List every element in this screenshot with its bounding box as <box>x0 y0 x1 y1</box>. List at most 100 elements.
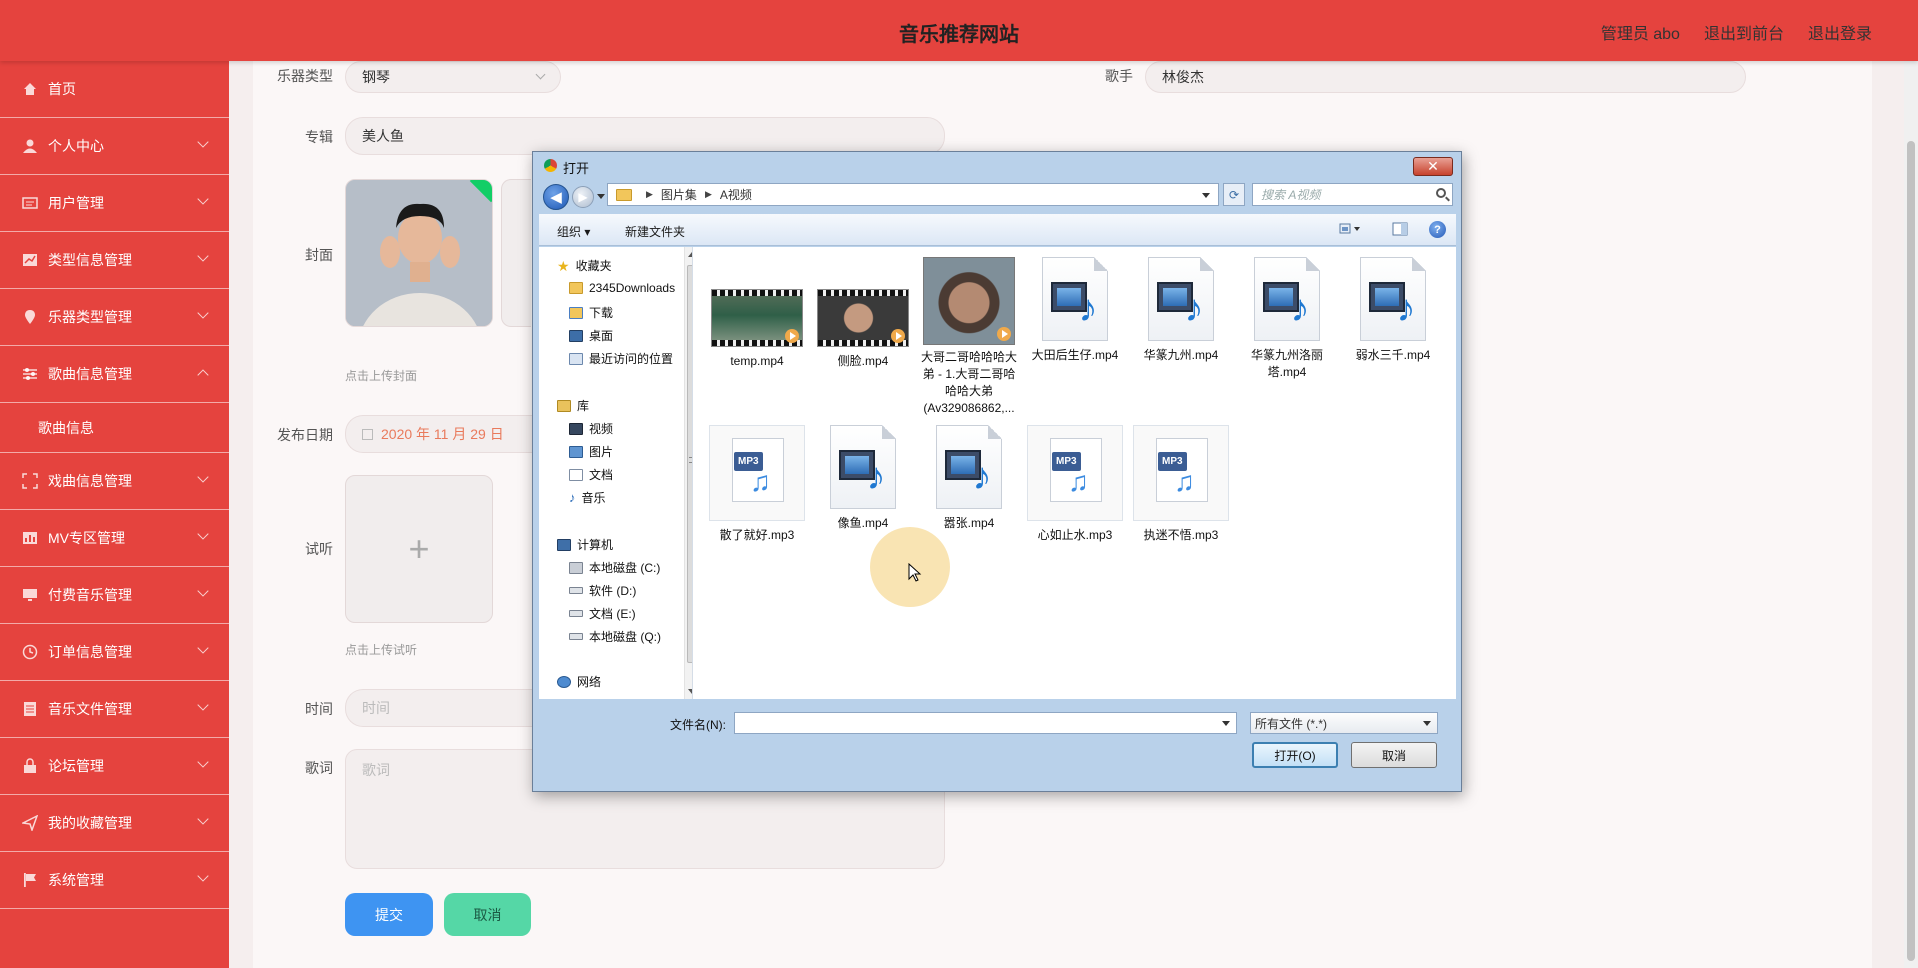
forward-arrow-icon[interactable]: ▶ <box>572 186 594 208</box>
filetype-select[interactable]: 所有文件 (*.*) <box>1250 712 1438 734</box>
nav-network[interactable]: 网络 <box>557 673 601 690</box>
file-name: temp.mp4 <box>730 354 784 368</box>
sidebar-item-personal[interactable]: 个人中心 <box>0 118 229 175</box>
cover-upload-box[interactable] <box>501 179 531 327</box>
nav-documents[interactable]: 文档 <box>569 466 613 483</box>
nav-2345downloads[interactable]: 2345Downloads <box>569 281 675 295</box>
file-item[interactable]: ♪ 弱水三千.mp4 <box>1345 257 1441 364</box>
nav-desktop[interactable]: 桌面 <box>569 327 613 344</box>
chart-icon <box>22 252 38 268</box>
chevron-down-icon <box>197 193 209 205</box>
album-field[interactable]: 美人鱼 <box>345 117 945 155</box>
file-name: 华篆九州洛丽塔.mp4 <box>1250 348 1323 379</box>
file-item[interactable]: ♪ 嚣张.mp4 <box>921 425 1017 532</box>
file-item[interactable]: ♪ 华篆九州.mp4 <box>1133 257 1229 364</box>
breadcrumb-a-videos[interactable]: A视频 <box>720 186 752 203</box>
sidebar-item-forum[interactable]: 论坛管理 <box>0 738 229 795</box>
plus-icon: + <box>408 528 430 569</box>
close-icon[interactable]: ✕ <box>1413 157 1453 176</box>
sidebar-item-instrument[interactable]: 乐器类型管理 <box>0 289 229 346</box>
clock-icon <box>22 644 38 660</box>
address-dropdown-icon[interactable] <box>1202 193 1210 198</box>
chrome-icon <box>544 159 557 172</box>
file-item[interactable]: temp.mp4 <box>709 257 805 370</box>
submit-button[interactable]: 提交 <box>345 893 433 936</box>
open-button[interactable]: 打开(O) <box>1252 742 1338 768</box>
chevron-down-icon <box>197 756 209 768</box>
nav-drive-d[interactable]: 软件 (D:) <box>569 582 636 599</box>
sidebar-item-mv[interactable]: MV专区管理 <box>0 510 229 567</box>
downloads-folder-icon <box>569 306 583 319</box>
sidebar-item-music-files[interactable]: 音乐文件管理 <box>0 681 229 738</box>
file-item[interactable]: 大哥二哥哈哈哈大弟 - 1.大哥二哥哈哈哈大弟(Av329086862,... <box>921 257 1017 417</box>
sidebar-item-orders[interactable]: 订单信息管理 <box>0 624 229 681</box>
nav-label: 2345Downloads <box>589 281 676 295</box>
singer-field[interactable]: 林俊杰 <box>1145 61 1746 93</box>
network-icon <box>557 675 571 688</box>
help-icon[interactable]: ? <box>1429 221 1446 238</box>
sidebar-item-label: 乐器类型管理 <box>48 309 132 325</box>
nav-drive-e[interactable]: 文档 (E:) <box>569 605 636 622</box>
logout-link[interactable]: 退出登录 <box>1808 20 1872 44</box>
header-links: 管理员 abo 退出到前台 退出登录 <box>1601 20 1872 44</box>
new-folder-button[interactable]: 新建文件夹 <box>625 223 685 240</box>
date-picker[interactable]: 2020 年 11 月 29 日 <box>345 415 535 453</box>
cancel-button[interactable]: 取消 <box>444 893 531 936</box>
back-arrow-icon[interactable]: ◀ <box>543 184 569 210</box>
cover-hint: 点击上传封面 <box>345 369 418 383</box>
scrollbar-thumb[interactable] <box>1907 141 1915 961</box>
file-item[interactable]: 侧脸.mp4 <box>815 257 911 370</box>
nav-videos[interactable]: 视频 <box>569 420 613 437</box>
sidebar-item-paid-music[interactable]: 付费音乐管理 <box>0 567 229 624</box>
file-item[interactable]: MP3 ♫ 散了就好.mp3 <box>709 425 805 544</box>
page-scrollbar[interactable] <box>1904 61 1918 968</box>
sidebar-item-home[interactable]: 首页 <box>0 61 229 118</box>
file-name: 华篆九州.mp4 <box>1143 348 1219 362</box>
singer-photo <box>346 180 492 326</box>
nav-downloads[interactable]: 下载 <box>569 304 613 321</box>
nav-label: 文档 (E:) <box>589 607 636 621</box>
nav-libraries[interactable]: 库 <box>557 397 589 414</box>
video-thumbnail <box>711 289 803 347</box>
nav-drive-c[interactable]: 本地磁盘 (C:) <box>569 559 660 576</box>
nav-favorites[interactable]: ★ 收藏夹 <box>557 257 612 274</box>
sidebar-item-song-info[interactable]: 歌曲信息管理 <box>0 346 229 403</box>
sidebar-subitem-song-info[interactable]: 歌曲信息 <box>0 403 229 453</box>
filename-input[interactable] <box>734 712 1237 734</box>
dialog-cancel-button[interactable]: 取消 <box>1351 742 1437 768</box>
sidebar-item-users[interactable]: 用户管理 <box>0 175 229 232</box>
monitor-icon <box>22 587 38 603</box>
nav-computer[interactable]: 计算机 <box>557 536 613 553</box>
file-item[interactable]: ♪ 像鱼.mp4 <box>815 425 911 532</box>
sidebar-item-favorites[interactable]: 我的收藏管理 <box>0 795 229 852</box>
nav-music[interactable]: ♪ 音乐 <box>569 489 606 506</box>
chevron-down-icon[interactable] <box>1222 721 1230 726</box>
breadcrumb-pictures[interactable]: 图片集 <box>661 186 697 203</box>
sidebar-item-type-info[interactable]: 类型信息管理 <box>0 232 229 289</box>
file-item[interactable]: MP3 ♫ 执迷不悟.mp3 <box>1133 425 1229 544</box>
search-input[interactable]: 搜索 A视频 <box>1252 183 1453 206</box>
preview-pane-icon[interactable] <box>1392 222 1408 236</box>
nav-pane-scrollbar[interactable] <box>684 247 692 699</box>
file-item[interactable]: ♪ 华篆九州洛丽塔.mp4 <box>1239 257 1335 381</box>
time-field[interactable]: 时间 <box>345 689 535 727</box>
organize-menu[interactable]: 组织 ▾ <box>557 223 590 240</box>
cover-image[interactable] <box>345 179 493 327</box>
nav-drive-q[interactable]: 本地磁盘 (Q:) <box>569 628 661 645</box>
nav-recent[interactable]: 最近访问的位置 <box>569 350 673 367</box>
nav-pictures[interactable]: 图片 <box>569 443 613 460</box>
view-options-icon[interactable] <box>1339 222 1360 236</box>
exit-to-front-link[interactable]: 退出到前台 <box>1704 20 1784 44</box>
sidebar-item-label: 用户管理 <box>48 195 104 211</box>
audition-upload-box[interactable]: + <box>345 475 493 623</box>
file-item[interactable]: ♪ 大田后生仔.mp4 <box>1027 257 1123 364</box>
instrument-select[interactable]: 钢琴 <box>345 61 561 93</box>
video-file-icon: ♪ <box>830 425 896 509</box>
address-bar[interactable]: ▶ 图片集 ▶ A视频 <box>607 183 1219 206</box>
refresh-icon[interactable]: ⟳ <box>1223 183 1245 206</box>
file-item[interactable]: MP3 ♫ 心如止水.mp3 <box>1027 425 1123 544</box>
cover-label: 封面 <box>305 247 333 263</box>
sidebar-item-system[interactable]: 系统管理 <box>0 852 229 909</box>
history-dropdown-icon[interactable] <box>597 194 605 199</box>
sidebar-item-opera[interactable]: 戏曲信息管理 <box>0 453 229 510</box>
